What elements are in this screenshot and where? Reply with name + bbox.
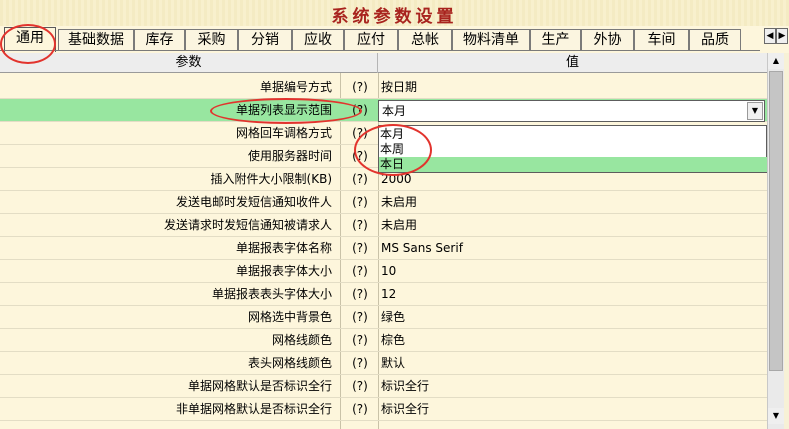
param-name: 网格回车调格方式 [235, 126, 332, 140]
param-name: 单据列表显示范围 [235, 103, 332, 117]
param-name: 网格线颜色 [271, 333, 332, 347]
param-name: 使用服务器时间 [247, 149, 332, 163]
help-icon[interactable]: (?) [342, 398, 378, 420]
help-icon[interactable]: (?) [342, 352, 378, 374]
param-name: 单据报表字体名称 [235, 241, 332, 255]
tab-distribution[interactable]: 分销 [238, 29, 292, 50]
help-icon[interactable]: (?) [342, 375, 378, 397]
table-row[interactable]: 网格线颜色 (?) 棕色 [0, 329, 767, 352]
tab-production[interactable]: 生产 [530, 29, 581, 50]
option-this-month[interactable]: 本月 [379, 127, 767, 142]
help-icon[interactable]: (?) [342, 76, 378, 98]
help-icon[interactable]: (?) [342, 260, 378, 282]
param-value[interactable]: MS Sans Serif [381, 237, 761, 259]
table-row[interactable]: 发送电邮时发短信通知收件人 (?) 未启用 [0, 191, 767, 214]
tab-inventory[interactable]: 库存 [134, 29, 185, 50]
tab-outsourcing[interactable]: 外协 [581, 29, 634, 50]
tab-workshop[interactable]: 车间 [634, 29, 689, 50]
param-name: 非单据网格默认是否标识全行 [175, 402, 332, 416]
help-icon[interactable]: (?) [342, 237, 378, 259]
option-today[interactable]: 本日 [379, 157, 767, 172]
option-this-week[interactable]: 本周 [379, 142, 767, 157]
table-row[interactable]: 单据网格默认是否标识全行 (?) 标识全行 [0, 375, 767, 398]
grid-header: 参数 值 [0, 53, 767, 73]
param-name: 单据报表字体大小 [235, 264, 332, 278]
help-icon[interactable]: (?) [342, 283, 378, 305]
scroll-thumb[interactable] [769, 71, 783, 371]
param-value[interactable]: 未启用 [381, 191, 761, 213]
param-name: 发送请求时发短信通知被请求人 [163, 218, 332, 232]
table-row[interactable]: 非单据网格默认是否标识全行 (?) 标识全行 [0, 398, 767, 421]
param-value[interactable]: 10 [381, 260, 761, 282]
help-icon[interactable]: (?) [342, 191, 378, 213]
param-value[interactable]: 标识全行 [381, 375, 761, 397]
param-name: 网格选中背景色 [247, 310, 332, 324]
help-icon[interactable]: (?) [342, 168, 378, 190]
param-name: 表头网格线颜色 [247, 356, 332, 370]
param-value[interactable]: 按日期 [381, 76, 761, 98]
tab-bom[interactable]: 物料清单 [452, 29, 530, 50]
param-value[interactable]: 绿色 [381, 306, 761, 328]
param-name: 插入附件大小限制(KB) [210, 172, 332, 186]
param-value[interactable]: 棕色 [381, 329, 761, 351]
help-icon[interactable]: (?) [342, 214, 378, 236]
scroll-up-icon[interactable]: ▲ [768, 53, 784, 69]
table-row[interactable]: 发送请求时发短信通知被请求人 (?) 未启用 [0, 214, 767, 237]
table-row[interactable]: 单据报表字体大小 (?) 10 [0, 260, 767, 283]
vertical-scrollbar[interactable]: ▲ ▼ [767, 53, 785, 429]
param-name: 单据编号方式 [259, 80, 332, 94]
tab-general[interactable]: 通用 [4, 27, 56, 52]
param-value[interactable]: 标识全行 [381, 398, 761, 420]
tab-purchase[interactable]: 采购 [185, 29, 238, 50]
param-name: 发送电邮时发短信通知收件人 [175, 195, 332, 209]
chevron-down-icon[interactable]: ▼ [747, 102, 763, 120]
help-icon[interactable]: (?) [342, 99, 378, 121]
param-value[interactable]: 12 [381, 283, 761, 305]
tab-divider [0, 50, 760, 51]
tab-receivable[interactable]: 应收 [292, 29, 344, 50]
table-row[interactable]: 单据编号方式 (?) 按日期 [0, 76, 767, 99]
param-value[interactable]: 未启用 [381, 214, 761, 236]
help-icon[interactable]: (?) [342, 329, 378, 351]
param-name: 单据报表表头字体大小 [211, 287, 332, 301]
header-value[interactable]: 值 [378, 53, 767, 73]
help-icon[interactable]: (?) [342, 145, 378, 167]
tab-general-ledger[interactable]: 总帐 [398, 29, 452, 50]
header-param[interactable]: 参数 [0, 53, 378, 73]
tab-quality[interactable]: 品质 [689, 29, 741, 50]
help-icon[interactable]: (?) [342, 306, 378, 328]
tab-strip: 通用 基础数据 库存 采购 分销 应收 应付 总帐 物料清单 生产 外协 车间 … [0, 27, 789, 52]
range-select[interactable]: 本月 ▼ [378, 100, 765, 122]
table-row[interactable]: 网格选中背景色 (?) 绿色 [0, 306, 767, 329]
tab-payable[interactable]: 应付 [344, 29, 398, 50]
tab-scroll-right-icon[interactable]: ▶ [776, 28, 788, 44]
param-name: 单据网格默认是否标识全行 [187, 379, 332, 393]
tab-basic-data[interactable]: 基础数据 [58, 29, 134, 50]
table-row[interactable]: 单据报表字体名称 (?) MS Sans Serif [0, 237, 767, 260]
range-select-options: 本月 本周 本日 [378, 125, 767, 173]
table-row[interactable]: 表头网格线颜色 (?) 默认 [0, 352, 767, 375]
title-bar: 系统参数设置 [0, 0, 789, 27]
help-icon[interactable]: (?) [342, 122, 378, 144]
window-title: 系统参数设置 [331, 7, 458, 27]
scroll-down-icon[interactable]: ▼ [768, 408, 784, 424]
window-edge [784, 53, 789, 429]
param-value[interactable]: 默认 [381, 352, 761, 374]
range-select-value: 本月 [382, 104, 407, 118]
tab-scroll-left-icon[interactable]: ◀ [764, 28, 776, 44]
table-row[interactable]: 单据报表表头字体大小 (?) 12 [0, 283, 767, 306]
